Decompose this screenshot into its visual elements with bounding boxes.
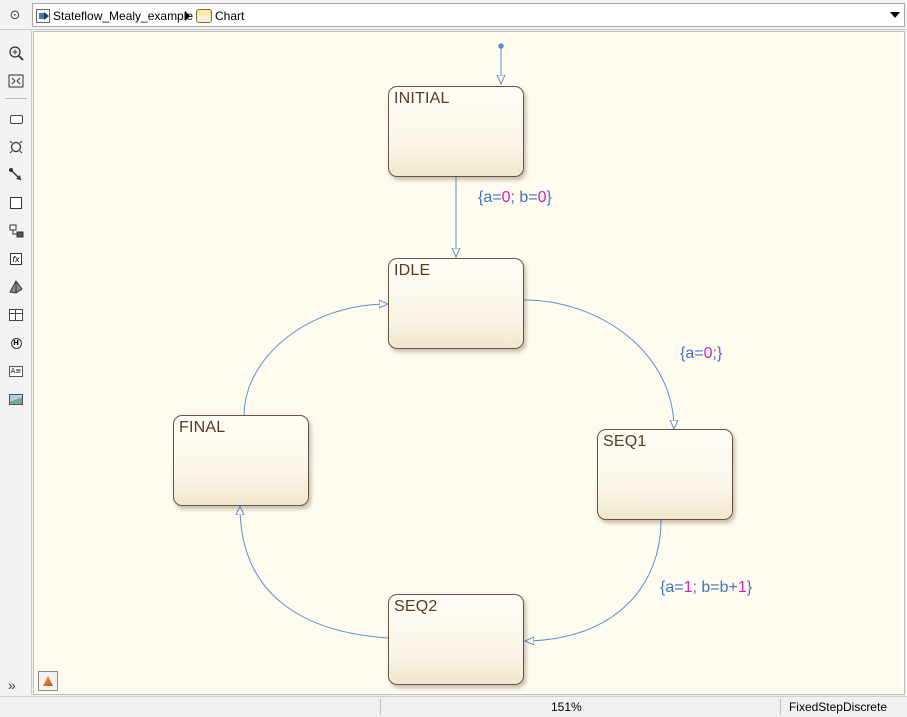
box-icon [10, 197, 22, 209]
graphical-function-tool[interactable]: fx [5, 248, 27, 270]
history-junction-tool[interactable]: H [5, 332, 27, 354]
model-icon [36, 9, 50, 23]
state-idle[interactable]: IDLE [388, 258, 524, 349]
truth-table-icon [9, 309, 23, 321]
library-icon [43, 676, 53, 686]
simulink-state-icon [9, 224, 24, 238]
hide-explorer-button[interactable]: ⊙ [4, 4, 26, 26]
status-divider [780, 699, 781, 715]
zoom-level: 151% [551, 700, 582, 714]
state-initial[interactable]: INITIAL [388, 86, 524, 177]
transition-idle-seq1[interactable] [523, 299, 674, 429]
action-text: {a= [660, 579, 684, 596]
fit-view-icon [8, 74, 24, 88]
state-seq2[interactable]: SEQ2 [388, 594, 524, 685]
action-text: ; b= [510, 189, 538, 206]
chevron-down-icon[interactable] [890, 12, 900, 18]
default-transition-icon [9, 168, 22, 181]
simulink-function-icon [9, 280, 23, 294]
action-text: {a= [478, 189, 502, 206]
state-label: FINAL [179, 419, 226, 436]
state-label: IDLE [394, 262, 431, 279]
action-seq1-seq2[interactable]: {a=1; b=b+1} [660, 579, 752, 597]
fit-view-button[interactable] [5, 70, 27, 92]
status-bar: » 151% FixedStepDiscrete [0, 677, 907, 717]
simulink-function-tool[interactable] [5, 276, 27, 298]
state-label: INITIAL [394, 90, 450, 107]
state-tool[interactable] [5, 108, 27, 130]
object-palette: fx H A≡ [0, 31, 32, 695]
breadcrumb-chart[interactable]: Chart [196, 7, 244, 25]
chart-canvas[interactable]: INITIAL IDLE SEQ1 SEQ2 FINAL {a=0; b=0} … [33, 31, 905, 695]
transition-seq1-seq2[interactable] [525, 519, 662, 641]
action-text: {a= [680, 345, 704, 362]
state-final[interactable]: FINAL [173, 415, 309, 506]
state-icon [9, 114, 23, 124]
action-idle-seq1[interactable]: {a=0;} [680, 345, 722, 363]
state-label: SEQ1 [603, 433, 647, 450]
action-number: 1 [683, 579, 693, 596]
action-number: 0 [501, 189, 511, 206]
back-icon: ⊙ [9, 7, 21, 23]
transition-seq2-final[interactable] [240, 506, 389, 639]
simulink-library-button[interactable] [38, 671, 58, 691]
chart-icon [196, 9, 212, 23]
image-icon [9, 393, 23, 405]
state-label: SEQ2 [394, 598, 438, 615]
breadcrumb-model[interactable]: Stateflow_Mealy_example [36, 7, 193, 25]
breadcrumb-chart-label: Chart [215, 9, 245, 23]
default-transition-dot[interactable] [498, 43, 504, 49]
junction-icon [9, 140, 23, 154]
function-icon: fx [10, 253, 22, 265]
annotation-tool[interactable]: A≡ [5, 360, 27, 382]
history-junction-icon: H [10, 337, 22, 349]
box-tool[interactable] [5, 192, 27, 214]
breadcrumb-model-label: Stateflow_Mealy_example [53, 9, 194, 23]
action-text: } [746, 579, 753, 596]
simulink-state-tool[interactable] [5, 220, 27, 242]
action-text: ;} [712, 345, 723, 362]
solver-name: FixedStepDiscrete [788, 700, 887, 714]
action-number: 1 [737, 579, 747, 596]
default-transition-tool[interactable] [5, 164, 27, 186]
action-number: 0 [537, 189, 547, 206]
image-tool[interactable] [5, 388, 27, 410]
action-number: 0 [703, 345, 713, 362]
action-text: ; b=b+ [692, 579, 738, 596]
truth-table-tool[interactable] [5, 304, 27, 326]
action-text: } [546, 189, 552, 206]
expand-palette-icon[interactable]: » [8, 677, 16, 693]
status-divider [380, 699, 381, 715]
chevron-right-icon [185, 11, 190, 21]
zoom-in-icon [9, 46, 24, 61]
junction-tool[interactable] [5, 136, 27, 158]
breadcrumb: Stateflow_Mealy_example Chart [32, 3, 905, 27]
transition-final-idle[interactable] [243, 304, 388, 417]
annotation-icon: A≡ [9, 365, 23, 377]
zoom-in-button[interactable] [5, 42, 27, 64]
action-initial-idle[interactable]: {a=0; b=0} [478, 189, 552, 207]
address-bar: ⊙ Stateflow_Mealy_example Chart [0, 0, 907, 30]
palette-divider [5, 98, 27, 99]
state-seq1[interactable]: SEQ1 [597, 429, 733, 520]
